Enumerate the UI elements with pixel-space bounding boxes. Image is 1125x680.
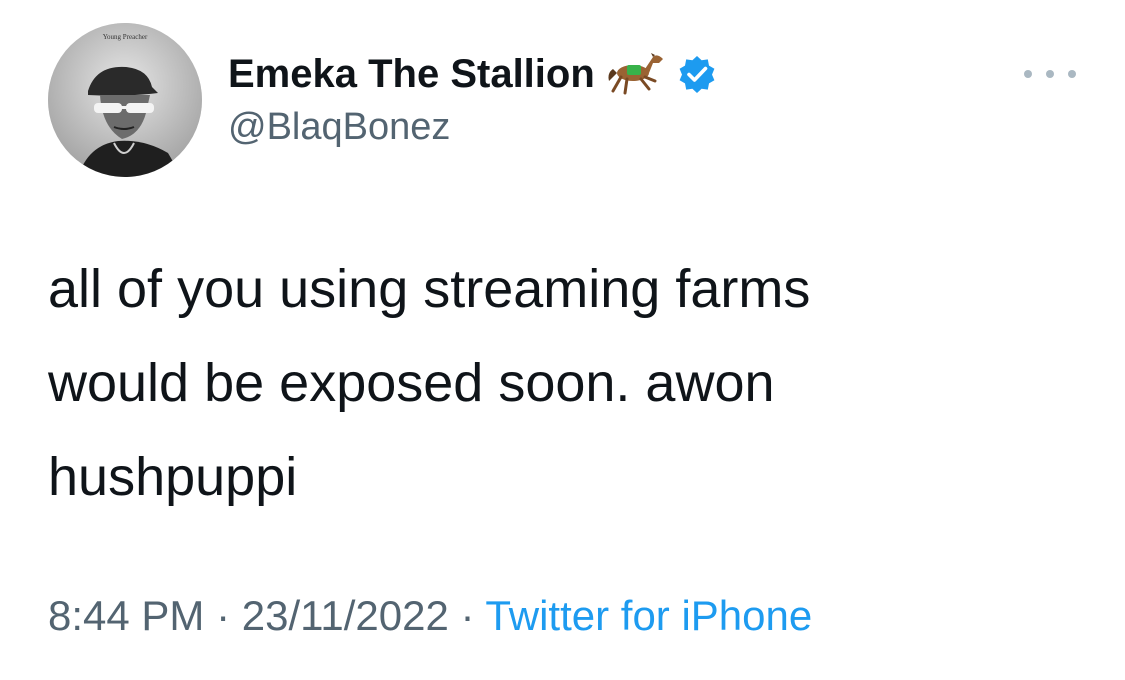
tweet-metadata: 8:44 PM · 23/11/2022 · Twitter for iPhon… [48, 592, 812, 640]
author-name-row: Emeka The Stallion [228, 48, 717, 100]
avatar[interactable]: Young Preacher [48, 23, 202, 177]
author-display-name[interactable]: Emeka The Stallion [228, 52, 595, 97]
meta-separator: · [204, 592, 242, 639]
tweet-date[interactable]: 23/11/2022 [242, 592, 449, 639]
author-handle[interactable]: @BlaqBonez [228, 106, 450, 149]
meta-separator: · [448, 592, 486, 639]
tweet-source-link[interactable]: Twitter for iPhone [485, 592, 812, 639]
tweet-text-line: hushpuppi [48, 447, 298, 507]
horse-icon [607, 51, 665, 97]
tweet-time[interactable]: 8:44 PM [48, 592, 204, 639]
tweet-text-line: would be exposed soon. awon [48, 353, 775, 413]
tweet-text-line: all of you using streaming farms [48, 259, 811, 319]
avatar-photo: Young Preacher [48, 23, 202, 177]
more-dot-icon [1046, 70, 1054, 78]
more-options-button[interactable] [1024, 62, 1076, 86]
avatar-caption: Young Preacher [103, 33, 148, 41]
verified-badge-icon [677, 54, 717, 94]
more-dot-icon [1068, 70, 1076, 78]
tweet-text: all of you using streaming farms would b… [48, 242, 1048, 524]
more-dot-icon [1024, 70, 1032, 78]
